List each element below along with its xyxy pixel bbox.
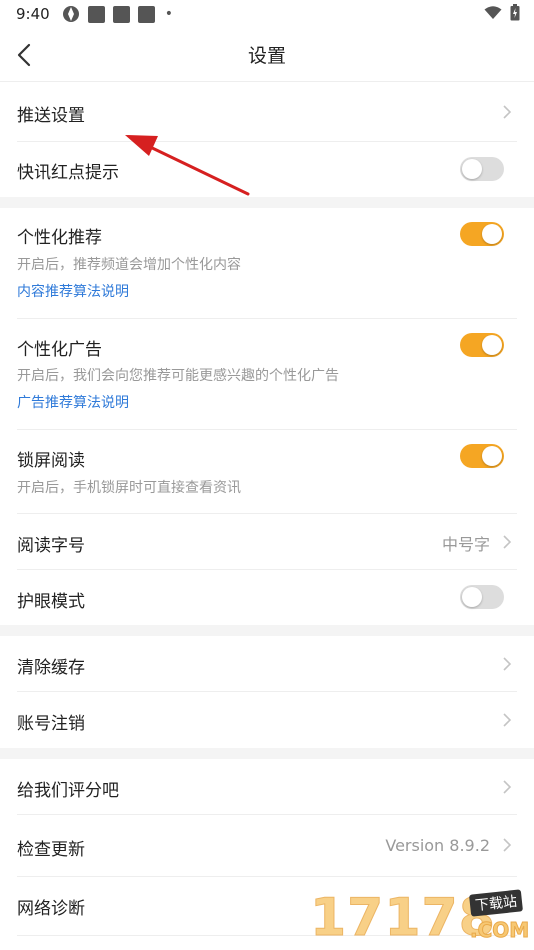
- wifi-icon: [484, 5, 502, 19]
- personal-ads-toggle[interactable]: [460, 333, 504, 357]
- font-size-label: 阅读字号: [17, 536, 85, 556]
- eye-care-row: 护眼模式: [0, 570, 534, 625]
- flash-red-dot-row: 快讯红点提示: [0, 142, 534, 197]
- watermark-tag: 下载站: [468, 889, 524, 917]
- ads-algorithm-link[interactable]: 广告推荐算法说明: [17, 392, 129, 412]
- more-notifications-dot: •: [164, 6, 173, 22]
- version-value: Version 8.9.2: [385, 836, 490, 855]
- watermark-digits: 17178: [310, 888, 496, 949]
- eye-care-label: 护眼模式: [17, 592, 85, 612]
- status-notification-icons: •: [62, 5, 173, 23]
- battery-icon: [510, 4, 520, 21]
- page-title: 设置: [247, 45, 286, 67]
- rate-us-row[interactable]: 给我们评分吧: [0, 759, 534, 814]
- flash-red-dot-toggle[interactable]: [460, 157, 504, 181]
- lock-screen-read-label: 锁屏阅读: [17, 451, 85, 471]
- toggle-knob: [482, 224, 502, 244]
- notification-square-icon: [137, 5, 155, 23]
- site-watermark: 17178 下载站 .COM: [310, 888, 532, 949]
- personal-recommend-row: 个性化推荐 开启后，推荐频道会增加个性化内容 内容推荐算法说明: [0, 208, 534, 318]
- watermark-suffix: .COM: [469, 918, 530, 943]
- chevron-right-icon: [503, 713, 512, 727]
- chevron-right-icon: [503, 780, 512, 794]
- nav-bar: 设置: [0, 28, 534, 82]
- lock-screen-read-row: 锁屏阅读 开启后，手机锁屏时可直接查看资讯: [0, 430, 534, 513]
- notification-square-icon: [112, 5, 130, 23]
- network-diag-label: 网络诊断: [17, 899, 85, 919]
- toggle-knob: [482, 446, 502, 466]
- lock-screen-read-desc: 开启后，手机锁屏时可直接查看资讯: [17, 480, 241, 496]
- personal-recommend-label: 个性化推荐: [17, 228, 102, 248]
- personal-ads-row: 个性化广告 开启后，我们会向您推荐可能更感兴趣的个性化广告 广告推荐算法说明: [0, 319, 534, 429]
- section-gap: [0, 197, 534, 208]
- status-bar: 9:40 •: [0, 0, 534, 28]
- app-logo-icon: [62, 6, 79, 22]
- flash-red-dot-label: 快讯红点提示: [17, 163, 119, 183]
- font-size-row[interactable]: 阅读字号 中号字: [0, 514, 534, 569]
- personal-recommend-desc: 开启后，推荐频道会增加个性化内容: [17, 257, 241, 273]
- rate-us-label: 给我们评分吧: [17, 781, 119, 801]
- status-time: 9:40: [16, 5, 50, 23]
- notification-square-icon: [87, 5, 105, 23]
- status-right-icons: [484, 4, 520, 21]
- clear-cache-row[interactable]: 清除缓存: [0, 636, 534, 691]
- recommend-algorithm-link[interactable]: 内容推荐算法说明: [17, 281, 129, 301]
- toggle-knob: [462, 159, 482, 179]
- chevron-right-icon: [503, 535, 512, 549]
- account-cancel-label: 账号注销: [17, 714, 85, 734]
- toggle-knob: [482, 335, 502, 355]
- check-update-label: 检查更新: [17, 840, 85, 860]
- section-gap: [0, 625, 534, 636]
- personal-recommend-toggle[interactable]: [460, 222, 504, 246]
- check-update-row[interactable]: 检查更新 Version 8.9.2: [0, 815, 534, 876]
- push-settings-label: 推送设置: [17, 106, 85, 126]
- personal-ads-desc: 开启后，我们会向您推荐可能更感兴趣的个性化广告: [17, 368, 339, 384]
- toggle-knob: [462, 587, 482, 607]
- chevron-right-icon: [503, 657, 512, 671]
- personal-ads-label: 个性化广告: [17, 340, 102, 360]
- account-cancel-row[interactable]: 账号注销: [0, 692, 534, 748]
- section-gap: [0, 748, 534, 759]
- clear-cache-label: 清除缓存: [17, 658, 85, 678]
- back-arrow-icon[interactable]: [14, 41, 36, 69]
- push-settings-row[interactable]: 推送设置: [0, 83, 534, 141]
- chevron-right-icon: [503, 105, 512, 119]
- chevron-right-icon: [503, 838, 512, 852]
- eye-care-toggle[interactable]: [460, 585, 504, 609]
- lock-screen-read-toggle[interactable]: [460, 444, 504, 468]
- font-size-value: 中号字: [441, 535, 490, 554]
